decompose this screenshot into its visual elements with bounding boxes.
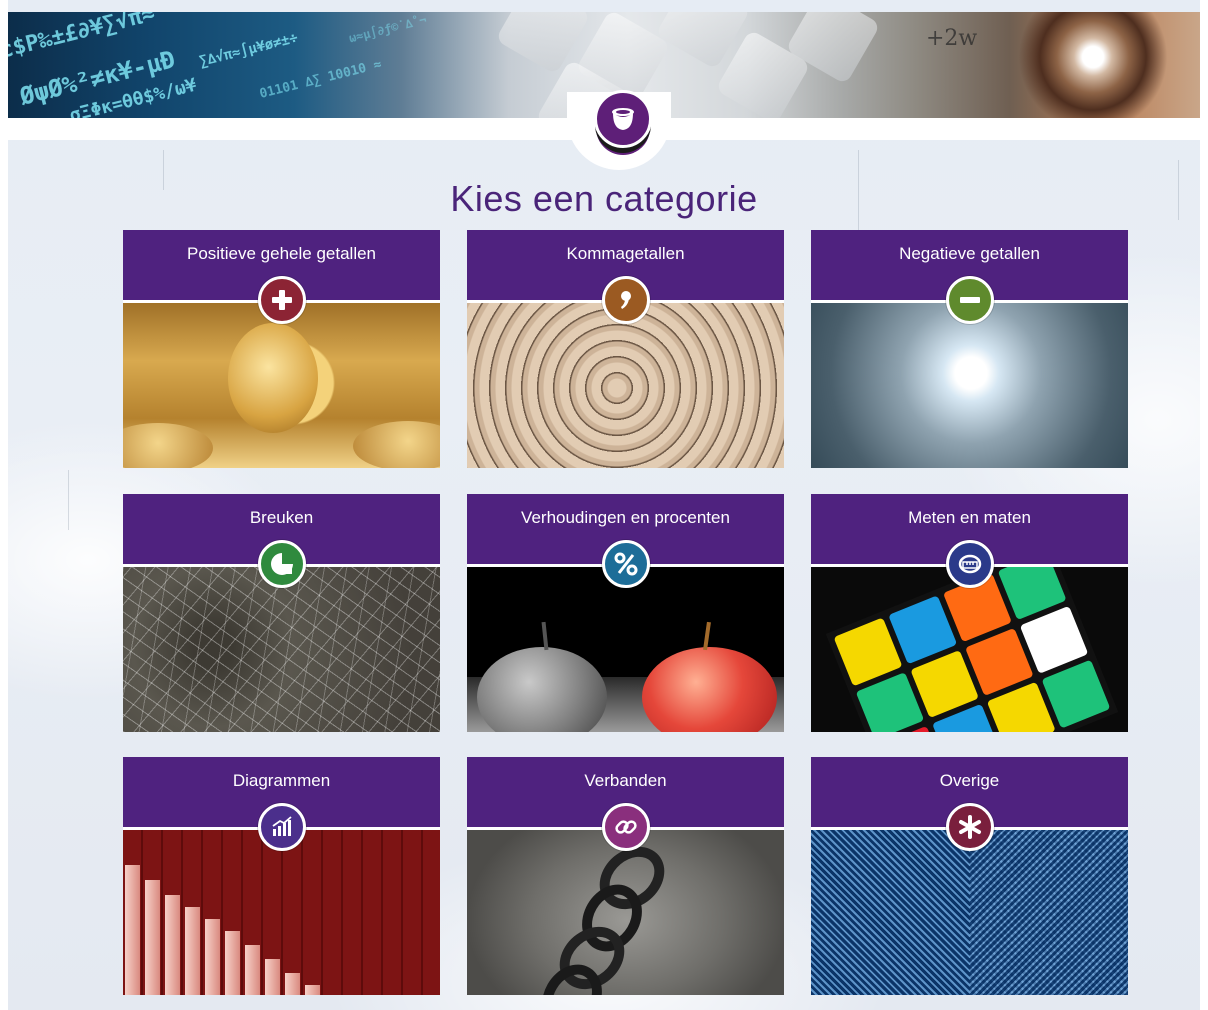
decorative-bar [145, 880, 160, 995]
minus-icon [946, 276, 994, 324]
decorative-bar [125, 865, 140, 995]
decorative-bar [245, 945, 260, 995]
banner-code-text: 01101 ∆∑ 10010 ≈ [258, 57, 384, 102]
site-logo[interactable] [594, 90, 652, 148]
coin-shape [228, 323, 318, 433]
number-spiral-image [467, 303, 784, 468]
tile-label: Kommagetallen [566, 244, 685, 263]
measuring-tape-icon [946, 540, 994, 588]
comma-icon [602, 276, 650, 324]
apple-stem [541, 621, 549, 651]
category-tile-fractions[interactable]: Breuken [123, 494, 440, 732]
decorative-bar [165, 895, 180, 995]
category-tile-positive-integers[interactable]: Positieve gehele getallen [123, 230, 440, 468]
rubiks-cube-image [811, 567, 1128, 732]
gray-apple [477, 647, 607, 732]
banner-code-text: ω≈µ∫∂ƒ©˙∆˚¬ [347, 12, 428, 46]
pot-logo-icon [612, 108, 634, 130]
decorative-bar [205, 919, 220, 995]
tile-label: Overige [939, 771, 1000, 790]
banner-eye-image [1018, 12, 1168, 118]
percent-icon [602, 540, 650, 588]
decorative-bar [185, 907, 200, 995]
chain-image [467, 830, 784, 995]
background-crack [68, 470, 69, 530]
page-title: Kies een categorie [450, 178, 758, 219]
cracked-glass-image [123, 567, 440, 732]
link-icon [602, 803, 650, 851]
apples-image [467, 567, 784, 732]
decorative-bar [265, 959, 280, 995]
tile-label: Verhoudingen en procenten [521, 508, 730, 527]
coin-shape [123, 423, 213, 468]
apple-stem [703, 621, 711, 651]
decorative-bar [305, 985, 320, 995]
category-tile-other[interactable]: Overige [811, 757, 1128, 995]
plus-icon [258, 276, 306, 324]
red-apple [642, 647, 777, 732]
bar-chart-icon [258, 803, 306, 851]
tile-label: Breuken [249, 508, 314, 527]
fraction-pie-icon [258, 540, 306, 588]
category-tile-decimals[interactable]: Kommagetallen [467, 230, 784, 468]
category-tile-relations[interactable]: Verbanden [467, 757, 784, 995]
category-tile-negative-numbers[interactable]: Negatieve getallen [811, 230, 1128, 468]
category-tile-diagrams[interactable]: Diagrammen [123, 757, 440, 995]
coin-shape [353, 421, 440, 468]
banner-code-text: ∑∆√π≈∫µ¥ø≠±÷ [197, 30, 300, 70]
line-pattern [969, 830, 1128, 995]
cube-face [825, 567, 1119, 732]
category-tile-ratios-percentages[interactable]: Verhoudingen en procenten [467, 494, 784, 732]
tile-label: Negatieve getallen [899, 244, 1040, 263]
red-bar-chart-image [123, 830, 440, 995]
tile-label: Meten en maten [908, 508, 1031, 527]
gold-coins-image [123, 303, 440, 468]
number-tunnel-image [811, 303, 1128, 468]
blue-lines-image [811, 830, 1128, 995]
tile-label: Verbanden [584, 771, 667, 790]
tile-label: Positieve gehele getallen [186, 244, 377, 263]
decorative-bar [285, 973, 300, 995]
banner-formula: +2w [926, 26, 978, 51]
tile-label: Diagrammen [232, 771, 331, 790]
decorative-bar [225, 931, 240, 995]
asterisk-icon [946, 803, 994, 851]
category-tile-measuring[interactable]: Meten en maten [811, 494, 1128, 732]
